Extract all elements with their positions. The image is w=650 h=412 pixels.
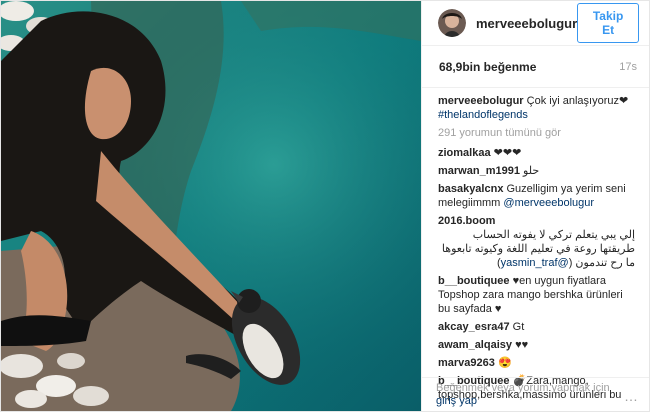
likes-count[interactable]: 68,9bin beğenme bbox=[439, 60, 536, 74]
footer-prompt: Beğenmek veya yorum yapmak için bbox=[436, 382, 610, 394]
comment-mention[interactable]: @yasmin_traf bbox=[501, 257, 569, 269]
comment-item: b__boutiquee ♥en uygun fiyatlara Topshop… bbox=[438, 274, 635, 316]
comments-list: merveeebolugur Çok iyi anlaşıyoruz❤ #the… bbox=[422, 88, 649, 402]
comment-item: awam_alqaisy ♥♥ bbox=[438, 338, 635, 352]
comment-item: marva9263 😍 bbox=[438, 356, 635, 370]
post-sidebar: merveeebolugur Takip Et 68,9bin beğenme … bbox=[421, 1, 649, 411]
comment-mention[interactable]: @merveeebolugur bbox=[503, 197, 594, 209]
comment-item: 2016.boom إلي يبي يتعلم تركي لا يفوته ال… bbox=[438, 214, 635, 270]
comment-username[interactable]: basakyalcnx bbox=[438, 183, 503, 195]
post-header: merveeebolugur Takip Et bbox=[422, 1, 649, 46]
comment-text: 😍 bbox=[497, 357, 512, 369]
avatar[interactable] bbox=[438, 9, 466, 37]
post-meta: 68,9bin beğenme 17s bbox=[422, 46, 649, 88]
comment-item: marwan_m1991 حلو bbox=[438, 164, 635, 178]
caption-hashtag[interactable]: #thelandoflegends bbox=[438, 109, 528, 121]
more-options-icon[interactable]: … bbox=[624, 389, 639, 403]
caption: merveeebolugur Çok iyi anlaşıyoruz❤ #the… bbox=[438, 94, 635, 122]
post-photo-art bbox=[1, 1, 421, 411]
follow-button[interactable]: Takip Et bbox=[577, 3, 639, 43]
caption-text: Çok iyi anlaşıyoruz❤ bbox=[526, 95, 629, 107]
comment-text: ♥♥ bbox=[515, 339, 529, 351]
comment-username[interactable]: akcay_esra47 bbox=[438, 321, 510, 333]
comment-text: ❤❤❤ bbox=[493, 147, 522, 159]
comment-username[interactable]: b__boutiquee bbox=[438, 275, 510, 287]
comment-item: basakyalcnx Guzelligim ya yerim seni mel… bbox=[438, 182, 635, 210]
post-author-username[interactable]: merveeebolugur bbox=[476, 16, 577, 31]
instagram-post: merveeebolugur Takip Et 68,9bin beğenme … bbox=[0, 0, 650, 412]
comment-username[interactable]: 2016.boom bbox=[438, 215, 495, 227]
comment-item: akcay_esra47 Gt bbox=[438, 320, 635, 334]
comment-username[interactable]: marwan_m1991 bbox=[438, 165, 520, 177]
login-link[interactable]: giriş yap bbox=[436, 395, 477, 407]
load-more-comments-link[interactable]: 291 yorumun tümünü gör bbox=[438, 126, 635, 140]
comment-text: حلو bbox=[523, 165, 540, 177]
caption-username[interactable]: merveeebolugur bbox=[438, 95, 524, 107]
comment-item: ziomalkaa ❤❤❤ bbox=[438, 146, 635, 160]
avatar-image bbox=[438, 9, 466, 37]
comment-username[interactable]: ziomalkaa bbox=[438, 147, 491, 159]
post-time[interactable]: 17s bbox=[619, 61, 637, 73]
post-footer: Beğenmek veya yorum yapmak için giriş ya… bbox=[422, 377, 649, 411]
comment-username[interactable]: marva9263 bbox=[438, 357, 495, 369]
comment-text: Gt bbox=[512, 321, 525, 333]
post-photo[interactable] bbox=[1, 1, 421, 411]
comment-text: إلي يبي يتعلم تركي لا يفوته الحساب طريقت… bbox=[441, 229, 635, 269]
comment-username[interactable]: awam_alqaisy bbox=[438, 339, 512, 351]
